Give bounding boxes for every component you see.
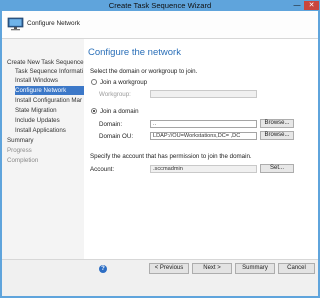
previous-button[interactable]: < Previous xyxy=(149,263,189,274)
sidebar-item-progress: Progress xyxy=(7,147,32,154)
browse-domain-button[interactable]: Browse... xyxy=(260,119,294,128)
page-title: Configure the network xyxy=(88,47,181,58)
domain-ou-field[interactable]: LDAP://OU=Workstations,DC= ,DC xyxy=(150,132,257,140)
sidebar-item-summary[interactable]: Summary xyxy=(7,136,84,145)
sidebar-item-install-configuration-manager[interactable]: Install Configuration Mar xyxy=(15,96,84,105)
wizard-footer: ? < Previous Next > Summary Cancel xyxy=(2,259,318,296)
sidebar-item-task-sequence-information[interactable]: Task Sequence Informati xyxy=(15,67,84,76)
workgroup-label: Workgroup: xyxy=(99,91,131,98)
wizard-page: Configure the network Select the domain … xyxy=(84,39,318,259)
next-button[interactable]: Next > xyxy=(192,263,232,274)
minimize-button[interactable]: — xyxy=(292,1,302,10)
sidebar-item-include-updates[interactable]: Include Updates xyxy=(15,116,84,125)
computer-icon xyxy=(7,17,24,31)
browse-domain-ou-button[interactable]: Browse... xyxy=(260,131,294,140)
account-field[interactable]: .sccmadmin xyxy=(150,165,257,173)
header-title: Configure Network xyxy=(27,20,80,27)
join-instruction: Select the domain or workgroup to join. xyxy=(90,68,198,75)
close-button[interactable]: ✕ xyxy=(304,1,319,10)
wizard-client: Configure Network Create New Task Sequen… xyxy=(2,11,318,296)
sidebar-item-configure-network[interactable]: Configure Network xyxy=(15,86,84,95)
join-workgroup-label: Join a workgroup xyxy=(100,79,148,86)
set-account-button[interactable]: Set... xyxy=(260,164,294,173)
wizard-window: Create Task Sequence Wizard — ✕ Configur… xyxy=(0,0,320,298)
join-domain-label: Join a domain xyxy=(100,108,139,115)
account-instruction: Specify the account that has permission … xyxy=(90,153,252,160)
domain-label: Domain: xyxy=(99,121,123,128)
workgroup-field[interactable] xyxy=(150,90,257,98)
summary-button[interactable]: Summary xyxy=(235,263,275,274)
domain-field[interactable]: .. xyxy=(150,120,257,128)
cancel-button[interactable]: Cancel xyxy=(278,263,315,274)
join-workgroup-radio[interactable] xyxy=(91,79,97,85)
sidebar-item-create-new-task-sequence[interactable]: Create New Task Sequence xyxy=(7,58,84,67)
wizard-header: Configure Network xyxy=(2,11,318,39)
title-bar: Create Task Sequence Wizard — ✕ xyxy=(0,0,320,11)
join-domain-radio[interactable] xyxy=(91,108,97,114)
wizard-steps-sidebar: Create New Task Sequence Task Sequence I… xyxy=(2,39,84,259)
sidebar-item-completion: Completion xyxy=(7,157,39,164)
sidebar-item-install-applications[interactable]: Install Applications xyxy=(15,126,84,135)
sidebar-item-install-windows[interactable]: Install Windows xyxy=(15,76,84,85)
sidebar-item-state-migration[interactable]: State Migration xyxy=(15,106,84,115)
domain-ou-label: Domain OU: xyxy=(99,133,134,140)
window-title: Create Task Sequence Wizard xyxy=(108,1,212,10)
account-label: Account: xyxy=(90,166,115,173)
help-icon[interactable]: ? xyxy=(99,265,107,273)
